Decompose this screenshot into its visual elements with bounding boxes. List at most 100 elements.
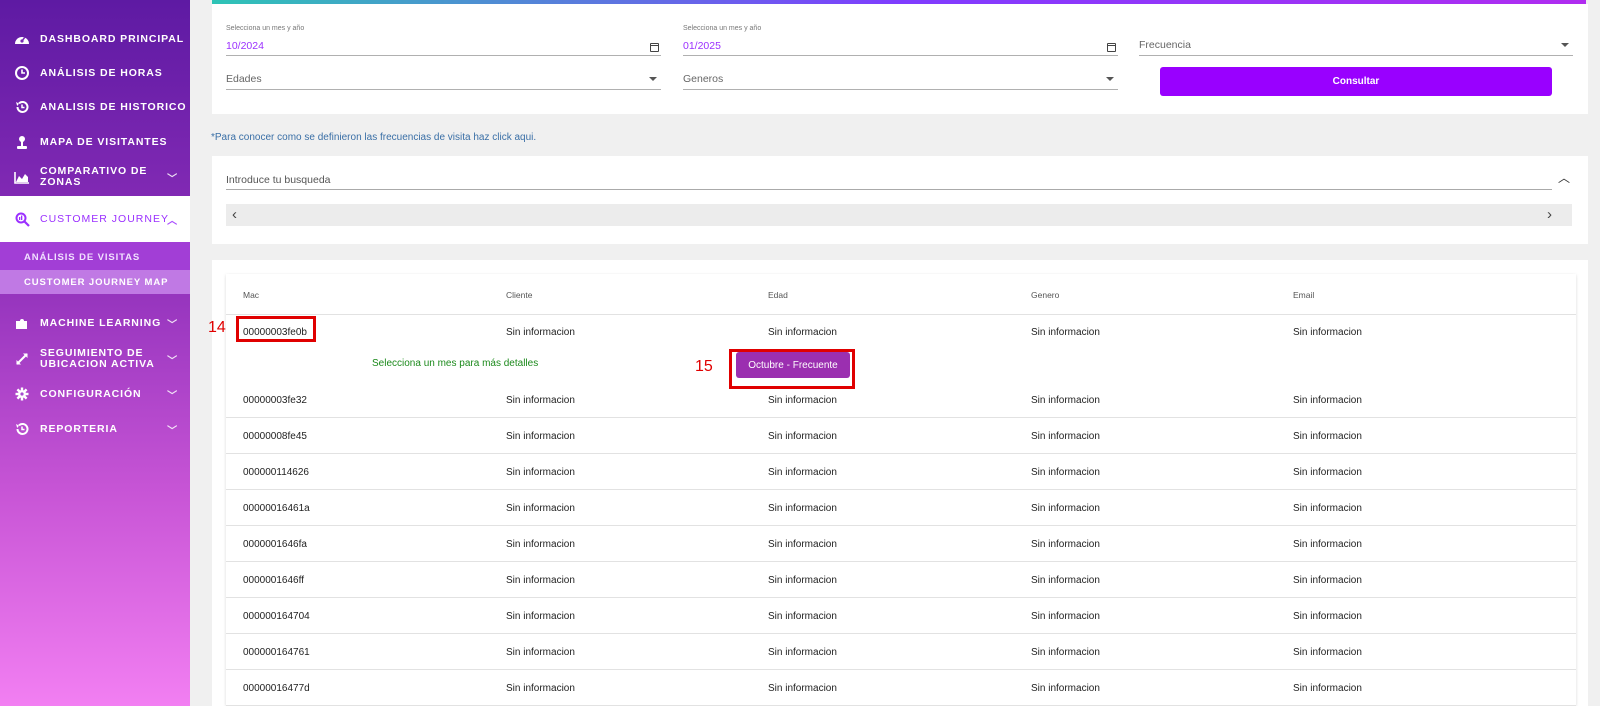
column-header-genero[interactable]: Genero <box>1031 290 1059 300</box>
search-analytics-icon <box>12 212 32 227</box>
cell-mac: 00000003fe32 <box>243 395 307 406</box>
table-row[interactable]: 00000016461a Sin informacion Sin informa… <box>226 490 1576 526</box>
search-placeholder: Introduce tu busqueda <box>226 174 331 186</box>
chevron-up-icon: ︿ <box>167 215 178 227</box>
table-row[interactable]: 0000001646ff Sin informacion Sin informa… <box>226 562 1576 598</box>
results-table: Mac Cliente Edad Genero Email 00000003fe… <box>226 274 1576 706</box>
search-input[interactable]: Introduce tu busqueda <box>226 170 1552 190</box>
nav-label: ANÁLISIS DE HORAS <box>40 67 163 79</box>
cell-email: Sin informacion <box>1293 575 1362 586</box>
table-row[interactable]: 000000114626 Sin informacion Sin informa… <box>226 454 1576 490</box>
table-row[interactable]: 000000164761 Sin informacion Sin informa… <box>226 634 1576 670</box>
column-header-cliente[interactable]: Cliente <box>506 290 532 300</box>
cell-mac: 000000164761 <box>243 647 310 658</box>
nav-reporteria[interactable]: REPORTERIA ﹀ <box>0 418 190 440</box>
customer-journey-submenu: ANÁLISIS DE VISITAS CUSTOMER JOURNEY MAP <box>0 242 190 294</box>
expand-arrows-icon <box>12 352 32 366</box>
nav-mapa-de-visitantes[interactable]: MAPA DE VISITANTES <box>0 131 190 153</box>
start-month-picker[interactable]: Selecciona un mes y año 10/2024 <box>226 25 661 56</box>
column-header-edad[interactable]: Edad <box>768 290 788 300</box>
subnav-customer-journey-map[interactable]: CUSTOMER JOURNEY MAP <box>0 270 190 294</box>
nav-analisis-de-historico[interactable]: ANALISIS DE HISTORICO <box>0 96 190 118</box>
cell-cliente: Sin informacion <box>506 431 575 442</box>
dashboard-icon <box>12 32 32 46</box>
table-row[interactable]: 000000164704 Sin informacion Sin informa… <box>226 598 1576 634</box>
month-detail-hint: Selecciona un mes para más detalles <box>372 358 539 369</box>
scroll-up-icon[interactable]: ︿ <box>1556 170 1572 185</box>
chevron-down-icon: ﹀ <box>167 355 178 367</box>
table-row[interactable]: 0000001646fa Sin informacion Sin informa… <box>226 526 1576 562</box>
cell-genero: Sin informacion <box>1031 395 1100 406</box>
nav-label-line: UBICACION ACTIVA <box>40 358 155 370</box>
cell-genero: Sin informacion <box>1031 467 1100 478</box>
column-header-mac[interactable]: Mac <box>243 290 259 300</box>
generos-placeholder: Generos <box>683 73 724 85</box>
cell-mac: 0000001646fa <box>243 539 307 550</box>
table-row[interactable]: 00000008fe45 Sin informacion Sin informa… <box>226 418 1576 454</box>
cell-mac: 00000016461a <box>243 503 310 514</box>
cell-mac: 000000164704 <box>243 611 310 622</box>
gear-icon <box>12 387 32 401</box>
column-header-email[interactable]: Email <box>1293 290 1314 300</box>
table-row-expanded[interactable]: 00000003fe0b Sin informacion Sin informa… <box>226 314 1576 350</box>
cell-email: Sin informacion <box>1293 647 1362 658</box>
history-icon <box>12 100 32 114</box>
caret-down-icon <box>649 77 657 81</box>
nav-seguimiento-de-ubicacion-activa[interactable]: SEGUIMIENTO DE UBICACION ACTIVA ﹀ <box>0 346 190 372</box>
calendar-icon[interactable] <box>1107 43 1116 52</box>
cell-edad: Sin informacion <box>768 431 837 442</box>
calendar-icon[interactable] <box>650 43 659 52</box>
nav-analisis-de-horas[interactable]: ANÁLISIS DE HORAS <box>0 62 190 84</box>
cell-edad: Sin informacion <box>768 611 837 622</box>
cell-genero: Sin informacion <box>1031 503 1100 514</box>
nav-label: MACHINE LEARNING <box>40 317 162 329</box>
cell-mac: 00000016477d <box>243 683 310 694</box>
area-chart-icon <box>12 171 32 184</box>
cell-mac: 00000008fe45 <box>243 431 307 442</box>
subnav-analisis-de-visitas[interactable]: ANÁLISIS DE VISITAS <box>0 245 190 269</box>
table-row[interactable]: 00000003fe32 Sin informacion Sin informa… <box>226 382 1576 418</box>
cell-cliente: Sin informacion <box>506 611 575 622</box>
nav-dashboard-principal[interactable]: DASHBOARD PRINCIPAL <box>0 28 190 50</box>
frequency-help-link[interactable]: *Para conocer como se definieron las fre… <box>211 132 536 143</box>
annotation-label-15: 15 <box>695 358 713 375</box>
cell-genero: Sin informacion <box>1031 327 1100 338</box>
row-detail-panel: Selecciona un mes para más detalles Octu… <box>226 346 1576 382</box>
cell-cliente: Sin informacion <box>506 647 575 658</box>
nav-configuracion[interactable]: CONFIGURACIÓN ﹀ <box>0 383 190 405</box>
edades-placeholder: Edades <box>226 73 262 85</box>
cell-genero: Sin informacion <box>1031 431 1100 442</box>
cell-email: Sin informacion <box>1293 503 1362 514</box>
start-month-value: 10/2024 <box>226 40 264 52</box>
chevron-down-icon: ﹀ <box>167 173 178 185</box>
chevron-down-icon: ﹀ <box>167 390 178 402</box>
cell-edad: Sin informacion <box>768 503 837 514</box>
nav-label: MAPA DE VISITANTES <box>40 136 168 148</box>
generos-select[interactable]: Generos <box>683 68 1118 90</box>
nav-label: SEGUIMIENTO DE UBICACION ACTIVA <box>40 348 155 370</box>
clock-icon <box>12 66 32 80</box>
puzzle-icon <box>12 316 32 330</box>
frecuencia-select[interactable]: Frecuencia <box>1139 34 1573 56</box>
end-month-picker[interactable]: Selecciona un mes y año 01/2025 <box>683 25 1118 56</box>
nav-label: DASHBOARD PRINCIPAL <box>40 33 185 45</box>
consultar-button[interactable]: Consultar <box>1160 67 1552 96</box>
start-month-label: Selecciona un mes y año <box>226 25 305 32</box>
cell-edad: Sin informacion <box>768 467 837 478</box>
nav-machine-learning[interactable]: MACHINE LEARNING ﹀ <box>0 312 190 334</box>
chevron-right-icon[interactable]: › <box>1547 206 1552 223</box>
nav-customer-journey[interactable]: CUSTOMER JOURNEY ︿ <box>0 196 190 242</box>
chevron-left-icon[interactable]: ‹ <box>232 206 237 223</box>
horizontal-scrollbar[interactable]: ‹ › <box>226 204 1572 226</box>
edades-select[interactable]: Edades <box>226 68 661 90</box>
chevron-down-icon: ﹀ <box>167 425 178 437</box>
cell-email: Sin informacion <box>1293 431 1362 442</box>
table-row[interactable]: 00000016477d Sin informacion Sin informa… <box>226 670 1576 706</box>
cell-cliente: Sin informacion <box>506 503 575 514</box>
caret-down-icon <box>1106 77 1114 81</box>
cell-cliente: Sin informacion <box>506 575 575 586</box>
annotation-box-14 <box>236 316 316 342</box>
nav-comparativo-de-zonas[interactable]: COMPARATIVO DE ZONAS ﹀ <box>0 165 190 189</box>
annotation-box-15 <box>729 349 855 389</box>
cell-edad: Sin informacion <box>768 683 837 694</box>
